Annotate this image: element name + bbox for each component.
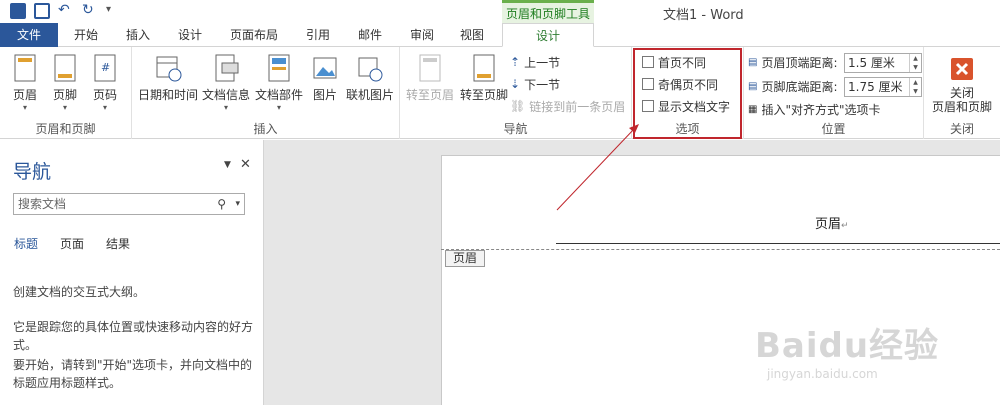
watermark-url: jingyan.baidu.com <box>767 367 878 381</box>
watermark: Baidu经验 jingyan.baidu.com <box>755 318 939 381</box>
watermark-brand: Baidu经验 <box>755 326 940 366</box>
